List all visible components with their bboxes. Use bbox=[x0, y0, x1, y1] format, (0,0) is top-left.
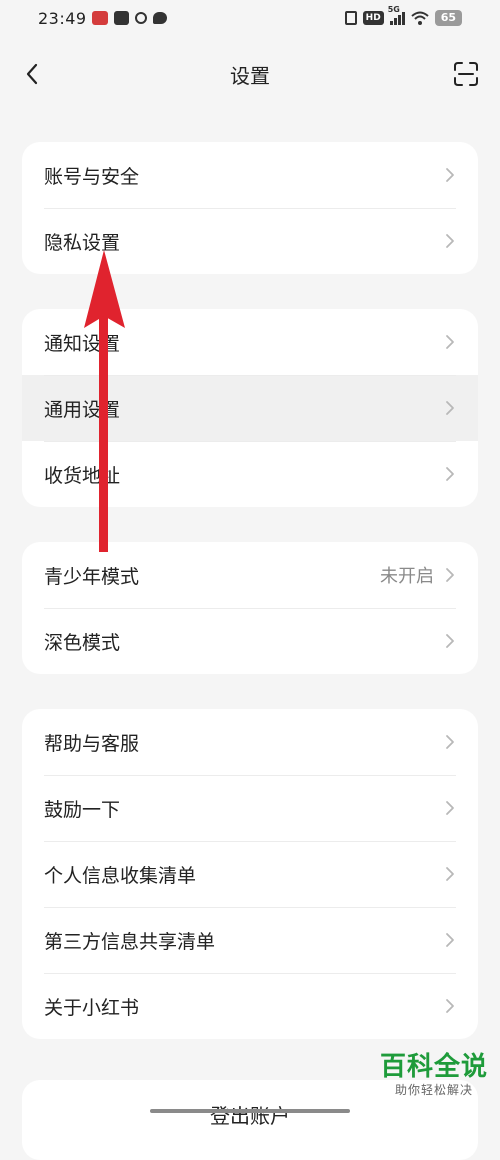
app-notification-icon bbox=[135, 12, 147, 24]
status-bar: 23:49 HD 5G 65 bbox=[0, 0, 500, 38]
chevron-right-icon bbox=[444, 333, 456, 351]
settings-item-label: 个人信息收集清单 bbox=[44, 864, 197, 887]
settings-group-about: 帮助与客服 鼓励一下 个人信息收集清单 第三方信息共享清单 关于小红书 bbox=[22, 709, 478, 1039]
chevron-right-icon bbox=[444, 733, 456, 751]
page-title: 设置 bbox=[230, 64, 270, 88]
app-notification-icon bbox=[92, 11, 108, 25]
chevron-right-icon bbox=[444, 465, 456, 483]
settings-group-modes: 青少年模式 未开启 深色模式 bbox=[22, 542, 478, 674]
settings-item-about[interactable]: 关于小红书 bbox=[22, 973, 478, 1039]
settings-item-label: 通知设置 bbox=[44, 332, 121, 355]
chevron-right-icon bbox=[444, 799, 456, 817]
app-notification-icon bbox=[114, 11, 129, 25]
settings-item-shipping-address[interactable]: 收货地址 bbox=[22, 441, 478, 507]
chevron-right-icon bbox=[444, 997, 456, 1015]
settings-group-general: 通知设置 通用设置 收货地址 bbox=[22, 309, 478, 507]
settings-item-personal-info-list[interactable]: 个人信息收集清单 bbox=[22, 841, 478, 907]
network-type: 5G bbox=[387, 5, 400, 14]
notification-icons bbox=[92, 11, 167, 25]
home-indicator[interactable] bbox=[150, 1109, 350, 1113]
chevron-right-icon bbox=[444, 865, 456, 883]
chevron-right-icon bbox=[444, 632, 456, 650]
chevron-right-icon bbox=[444, 399, 456, 417]
settings-item-label: 帮助与客服 bbox=[44, 732, 140, 755]
settings-item-label: 收货地址 bbox=[44, 464, 121, 487]
system-icons: HD 5G 65 bbox=[344, 5, 462, 26]
settings-item-general[interactable]: 通用设置 bbox=[22, 375, 478, 441]
vibrate-icon bbox=[344, 11, 357, 25]
settings-item-dark-mode[interactable]: 深色模式 bbox=[22, 608, 478, 674]
settings-item-teen-mode[interactable]: 青少年模式 未开启 bbox=[22, 542, 478, 608]
settings-item-encourage[interactable]: 鼓励一下 bbox=[22, 775, 478, 841]
settings-item-label: 账号与安全 bbox=[44, 165, 140, 188]
teen-mode-status: 未开启 bbox=[380, 566, 434, 587]
cellular-signal-icon: 5G bbox=[388, 5, 405, 25]
settings-item-label: 第三方信息共享清单 bbox=[44, 930, 216, 953]
settings-group-account: 账号与安全 隐私设置 bbox=[22, 142, 478, 274]
nav-bar: 设置 bbox=[0, 38, 500, 110]
settings-item-label: 青少年模式 bbox=[44, 565, 140, 588]
settings-item-notifications[interactable]: 通知设置 bbox=[22, 309, 478, 375]
watermark-subtitle: 助你轻松解决 bbox=[394, 1083, 473, 1097]
settings-item-label: 隐私设置 bbox=[44, 231, 121, 254]
chat-bubble-icon bbox=[153, 12, 167, 24]
chevron-right-icon bbox=[444, 931, 456, 949]
settings-item-label: 关于小红书 bbox=[44, 996, 140, 1019]
scan-button[interactable] bbox=[452, 60, 480, 88]
chevron-right-icon bbox=[444, 166, 456, 184]
hd-badge: HD bbox=[362, 11, 384, 25]
chevron-right-icon bbox=[444, 566, 456, 584]
settings-item-privacy[interactable]: 隐私设置 bbox=[22, 208, 478, 274]
settings-item-label: 深色模式 bbox=[44, 631, 121, 654]
battery-icon: 65 bbox=[434, 10, 462, 26]
chevron-right-icon bbox=[444, 232, 456, 250]
wifi-icon bbox=[411, 11, 429, 25]
watermark-logo: 百科全说 助你轻松解决 bbox=[380, 1052, 488, 1098]
settings-item-label: 通用设置 bbox=[44, 398, 121, 421]
settings-item-label: 鼓励一下 bbox=[44, 798, 121, 821]
status-time: 23:49 bbox=[38, 9, 87, 28]
scan-icon bbox=[454, 62, 478, 86]
settings-item-help[interactable]: 帮助与客服 bbox=[22, 709, 478, 775]
settings-item-account-security[interactable]: 账号与安全 bbox=[22, 142, 478, 208]
settings-item-third-party-list[interactable]: 第三方信息共享清单 bbox=[22, 907, 478, 973]
watermark-title: 百科全说 bbox=[379, 1052, 488, 1082]
